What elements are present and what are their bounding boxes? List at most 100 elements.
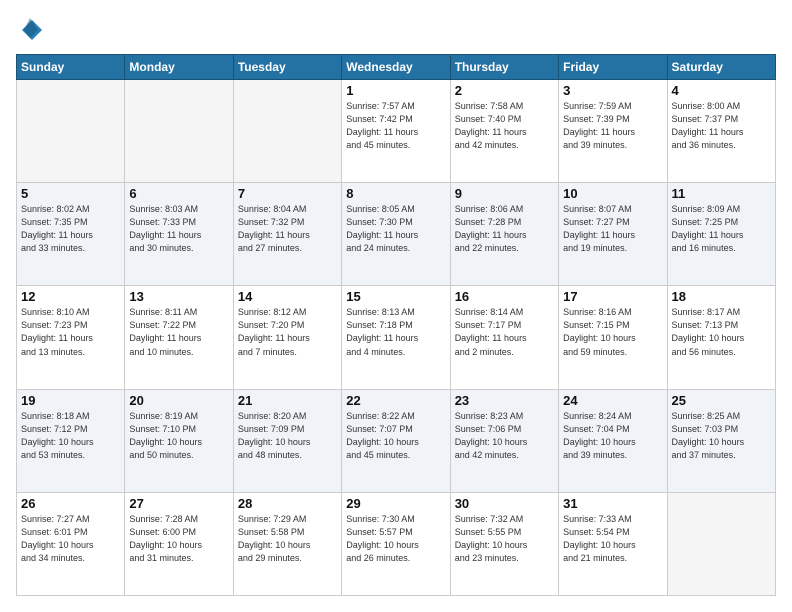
calendar-cell: 30 Sunrise: 7:32 AM Sunset: 5:55 PM Dayli… bbox=[450, 492, 558, 595]
day-info: Sunrise: 7:28 AM Sunset: 6:00 PM Dayligh… bbox=[129, 513, 228, 565]
day-info: Sunrise: 8:25 AM Sunset: 7:03 PM Dayligh… bbox=[672, 410, 771, 462]
weekday-header-thursday: Thursday bbox=[450, 55, 558, 80]
day-number: 17 bbox=[563, 289, 662, 304]
day-info: Sunrise: 7:30 AM Sunset: 5:57 PM Dayligh… bbox=[346, 513, 445, 565]
day-number: 19 bbox=[21, 393, 120, 408]
day-number: 24 bbox=[563, 393, 662, 408]
day-info: Sunrise: 8:12 AM Sunset: 7:20 PM Dayligh… bbox=[238, 306, 337, 358]
day-number: 30 bbox=[455, 496, 554, 511]
calendar-cell: 17 Sunrise: 8:16 AM Sunset: 7:15 PM Dayli… bbox=[559, 286, 667, 389]
day-number: 28 bbox=[238, 496, 337, 511]
logo-icon bbox=[16, 16, 44, 44]
calendar-cell: 11 Sunrise: 8:09 AM Sunset: 7:25 PM Dayli… bbox=[667, 183, 775, 286]
calendar-cell: 9Sunrise: 8:06 AM Sunset: 7:28 PM Daylig… bbox=[450, 183, 558, 286]
week-row-3: 12 Sunrise: 8:10 AM Sunset: 7:23 PM Dayli… bbox=[17, 286, 776, 389]
day-number: 14 bbox=[238, 289, 337, 304]
calendar-cell: 14 Sunrise: 8:12 AM Sunset: 7:20 PM Dayli… bbox=[233, 286, 341, 389]
day-info: Sunrise: 7:59 AM Sunset: 7:39 PM Dayligh… bbox=[563, 100, 662, 152]
day-info: Sunrise: 8:02 AM Sunset: 7:35 PM Dayligh… bbox=[21, 203, 120, 255]
day-number: 29 bbox=[346, 496, 445, 511]
day-info: Sunrise: 8:13 AM Sunset: 7:18 PM Dayligh… bbox=[346, 306, 445, 358]
day-number: 10 bbox=[563, 186, 662, 201]
calendar-cell: 7Sunrise: 8:04 AM Sunset: 7:32 PM Daylig… bbox=[233, 183, 341, 286]
calendar-cell: 18 Sunrise: 8:17 AM Sunset: 7:13 PM Dayli… bbox=[667, 286, 775, 389]
day-info: Sunrise: 8:07 AM Sunset: 7:27 PM Dayligh… bbox=[563, 203, 662, 255]
weekday-header-monday: Monday bbox=[125, 55, 233, 80]
day-number: 31 bbox=[563, 496, 662, 511]
day-number: 7 bbox=[238, 186, 337, 201]
weekday-header-saturday: Saturday bbox=[667, 55, 775, 80]
calendar-cell: 15 Sunrise: 8:13 AM Sunset: 7:18 PM Dayli… bbox=[342, 286, 450, 389]
day-number: 4 bbox=[672, 83, 771, 98]
calendar-cell: 12 Sunrise: 8:10 AM Sunset: 7:23 PM Dayli… bbox=[17, 286, 125, 389]
calendar-cell: 22 Sunrise: 8:22 AM Sunset: 7:07 PM Dayli… bbox=[342, 389, 450, 492]
calendar-table: SundayMondayTuesdayWednesdayThursdayFrid… bbox=[16, 54, 776, 596]
day-info: Sunrise: 8:14 AM Sunset: 7:17 PM Dayligh… bbox=[455, 306, 554, 358]
calendar-cell bbox=[125, 80, 233, 183]
calendar-cell: 3 Sunrise: 7:59 AM Sunset: 7:39 PM Daylig… bbox=[559, 80, 667, 183]
day-number: 20 bbox=[129, 393, 228, 408]
calendar-cell: 21 Sunrise: 8:20 AM Sunset: 7:09 PM Dayli… bbox=[233, 389, 341, 492]
day-info: Sunrise: 8:09 AM Sunset: 7:25 PM Dayligh… bbox=[672, 203, 771, 255]
calendar-cell: 29 Sunrise: 7:30 AM Sunset: 5:57 PM Dayli… bbox=[342, 492, 450, 595]
day-info: Sunrise: 7:32 AM Sunset: 5:55 PM Dayligh… bbox=[455, 513, 554, 565]
calendar-cell: 4Sunrise: 8:00 AM Sunset: 7:37 PM Daylig… bbox=[667, 80, 775, 183]
day-number: 21 bbox=[238, 393, 337, 408]
calendar-cell: 6 Sunrise: 8:03 AM Sunset: 7:33 PM Daylig… bbox=[125, 183, 233, 286]
day-info: Sunrise: 8:20 AM Sunset: 7:09 PM Dayligh… bbox=[238, 410, 337, 462]
day-number: 22 bbox=[346, 393, 445, 408]
day-number: 25 bbox=[672, 393, 771, 408]
calendar-cell: 16 Sunrise: 8:14 AM Sunset: 7:17 PM Dayli… bbox=[450, 286, 558, 389]
day-number: 1 bbox=[346, 83, 445, 98]
day-number: 6 bbox=[129, 186, 228, 201]
calendar-cell: 13 Sunrise: 8:11 AM Sunset: 7:22 PM Dayli… bbox=[125, 286, 233, 389]
day-info: Sunrise: 8:10 AM Sunset: 7:23 PM Dayligh… bbox=[21, 306, 120, 358]
day-info: Sunrise: 8:05 AM Sunset: 7:30 PM Dayligh… bbox=[346, 203, 445, 255]
header bbox=[16, 16, 776, 44]
day-number: 23 bbox=[455, 393, 554, 408]
calendar-cell: 2Sunrise: 7:58 AM Sunset: 7:40 PM Daylig… bbox=[450, 80, 558, 183]
calendar-cell: 24 Sunrise: 8:24 AM Sunset: 7:04 PM Dayli… bbox=[559, 389, 667, 492]
week-row-4: 19 Sunrise: 8:18 AM Sunset: 7:12 PM Dayli… bbox=[17, 389, 776, 492]
day-number: 27 bbox=[129, 496, 228, 511]
day-number: 15 bbox=[346, 289, 445, 304]
day-number: 12 bbox=[21, 289, 120, 304]
weekday-header-friday: Friday bbox=[559, 55, 667, 80]
calendar-cell bbox=[17, 80, 125, 183]
day-number: 3 bbox=[563, 83, 662, 98]
day-info: Sunrise: 8:17 AM Sunset: 7:13 PM Dayligh… bbox=[672, 306, 771, 358]
calendar-cell: 8 Sunrise: 8:05 AM Sunset: 7:30 PM Daylig… bbox=[342, 183, 450, 286]
week-row-5: 26 Sunrise: 7:27 AM Sunset: 6:01 PM Dayli… bbox=[17, 492, 776, 595]
day-info: Sunrise: 8:18 AM Sunset: 7:12 PM Dayligh… bbox=[21, 410, 120, 462]
day-info: Sunrise: 8:11 AM Sunset: 7:22 PM Dayligh… bbox=[129, 306, 228, 358]
day-number: 5 bbox=[21, 186, 120, 201]
calendar-cell: 5 Sunrise: 8:02 AM Sunset: 7:35 PM Daylig… bbox=[17, 183, 125, 286]
day-number: 16 bbox=[455, 289, 554, 304]
day-info: Sunrise: 7:27 AM Sunset: 6:01 PM Dayligh… bbox=[21, 513, 120, 565]
day-info: Sunrise: 7:29 AM Sunset: 5:58 PM Dayligh… bbox=[238, 513, 337, 565]
day-number: 8 bbox=[346, 186, 445, 201]
day-info: Sunrise: 8:16 AM Sunset: 7:15 PM Dayligh… bbox=[563, 306, 662, 358]
day-info: Sunrise: 8:19 AM Sunset: 7:10 PM Dayligh… bbox=[129, 410, 228, 462]
calendar-cell: 31Sunrise: 7:33 AM Sunset: 5:54 PM Dayli… bbox=[559, 492, 667, 595]
day-number: 26 bbox=[21, 496, 120, 511]
day-info: Sunrise: 7:57 AM Sunset: 7:42 PM Dayligh… bbox=[346, 100, 445, 152]
day-info: Sunrise: 8:24 AM Sunset: 7:04 PM Dayligh… bbox=[563, 410, 662, 462]
calendar-cell bbox=[233, 80, 341, 183]
day-number: 18 bbox=[672, 289, 771, 304]
calendar-cell: 25 Sunrise: 8:25 AM Sunset: 7:03 PM Dayli… bbox=[667, 389, 775, 492]
calendar-cell: 23 Sunrise: 8:23 AM Sunset: 7:06 PM Dayli… bbox=[450, 389, 558, 492]
day-info: Sunrise: 8:22 AM Sunset: 7:07 PM Dayligh… bbox=[346, 410, 445, 462]
calendar-cell: 28 Sunrise: 7:29 AM Sunset: 5:58 PM Dayli… bbox=[233, 492, 341, 595]
logo bbox=[16, 16, 48, 44]
day-number: 11 bbox=[672, 186, 771, 201]
week-row-2: 5 Sunrise: 8:02 AM Sunset: 7:35 PM Daylig… bbox=[17, 183, 776, 286]
calendar-cell: 26 Sunrise: 7:27 AM Sunset: 6:01 PM Dayli… bbox=[17, 492, 125, 595]
day-info: Sunrise: 8:23 AM Sunset: 7:06 PM Dayligh… bbox=[455, 410, 554, 462]
calendar-cell bbox=[667, 492, 775, 595]
day-info: Sunrise: 8:03 AM Sunset: 7:33 PM Dayligh… bbox=[129, 203, 228, 255]
calendar-cell: 20 Sunrise: 8:19 AM Sunset: 7:10 PM Dayli… bbox=[125, 389, 233, 492]
weekday-header-row: SundayMondayTuesdayWednesdayThursdayFrid… bbox=[17, 55, 776, 80]
day-number: 2 bbox=[455, 83, 554, 98]
day-number: 13 bbox=[129, 289, 228, 304]
